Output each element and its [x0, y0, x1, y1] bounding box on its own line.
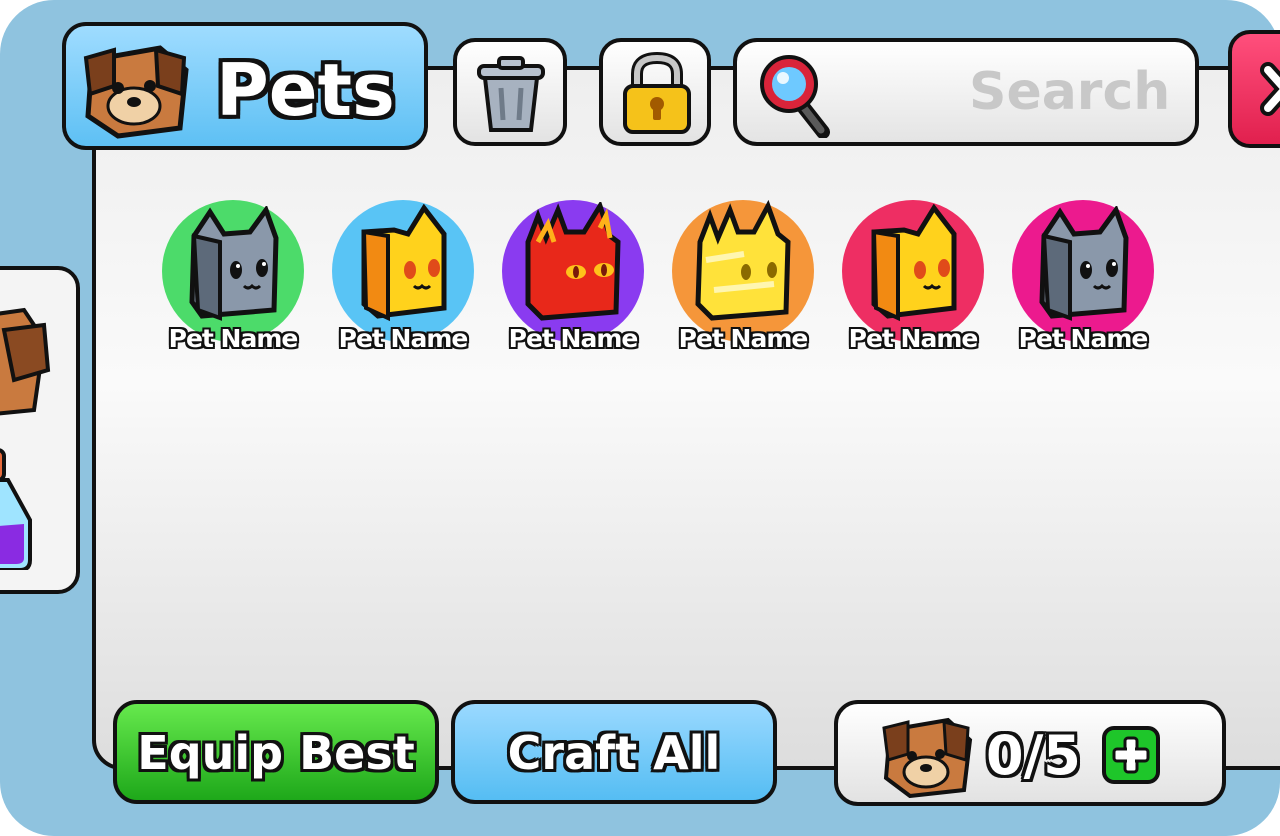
pets-header: Pets [62, 22, 428, 150]
lock-button[interactable] [599, 38, 711, 146]
search-input[interactable]: Search [733, 38, 1199, 146]
search-placeholder: Search [969, 62, 1171, 122]
yellow-cat-icon [361, 204, 447, 322]
side-tab-potions[interactable] [0, 440, 64, 572]
fire-cat-icon [525, 202, 621, 321]
side-tab-pets[interactable] [0, 290, 64, 420]
trash-button[interactable] [453, 38, 567, 146]
pet-name: Pet Name [168, 324, 299, 353]
gray-cat-icon [189, 206, 279, 321]
yellow-cat-icon [871, 204, 957, 322]
pet-card[interactable]: Pet Name [840, 200, 986, 360]
pet-name: Pet Name [678, 324, 809, 353]
potion-icon [0, 448, 32, 572]
gold-cat-icon [695, 200, 791, 321]
dog-cube-icon [83, 45, 189, 139]
pet-name: Pet Name [848, 324, 979, 353]
pet-name: Pet Name [508, 324, 639, 353]
pet-name: Pet Name [338, 324, 469, 353]
magnifier-icon [760, 55, 830, 138]
page-title: Pets [216, 48, 395, 132]
pet-capacity: 0/5 [834, 700, 1226, 806]
equip-best-label: Equip Best [137, 726, 415, 780]
dog-cube-icon [0, 307, 51, 416]
pet-count: 0/5 [986, 724, 1081, 787]
pet-card[interactable]: Pet Name [330, 200, 476, 360]
pet-card[interactable]: Pet Name [160, 200, 306, 360]
plus-icon [1112, 736, 1150, 774]
close-button[interactable] [1228, 30, 1280, 148]
pet-card[interactable]: Pet Name [500, 200, 646, 360]
dog-cube-icon [882, 717, 973, 798]
pet-card[interactable]: Pet Name [1010, 200, 1156, 360]
trash-icon [477, 56, 545, 132]
pet-name: Pet Name [1018, 324, 1149, 353]
craft-all-label: Craft All [507, 726, 721, 780]
equip-best-button[interactable]: Equip Best [113, 700, 439, 804]
gray-cat-icon [1039, 206, 1129, 321]
close-x-icon [1260, 62, 1280, 116]
pets-panel [92, 66, 1280, 770]
side-tab-panel [0, 266, 80, 594]
add-slots-button[interactable] [1102, 726, 1160, 784]
craft-all-button[interactable]: Craft All [451, 700, 777, 804]
pet-card[interactable]: Pet Name [670, 200, 816, 360]
lock-icon [623, 52, 691, 134]
